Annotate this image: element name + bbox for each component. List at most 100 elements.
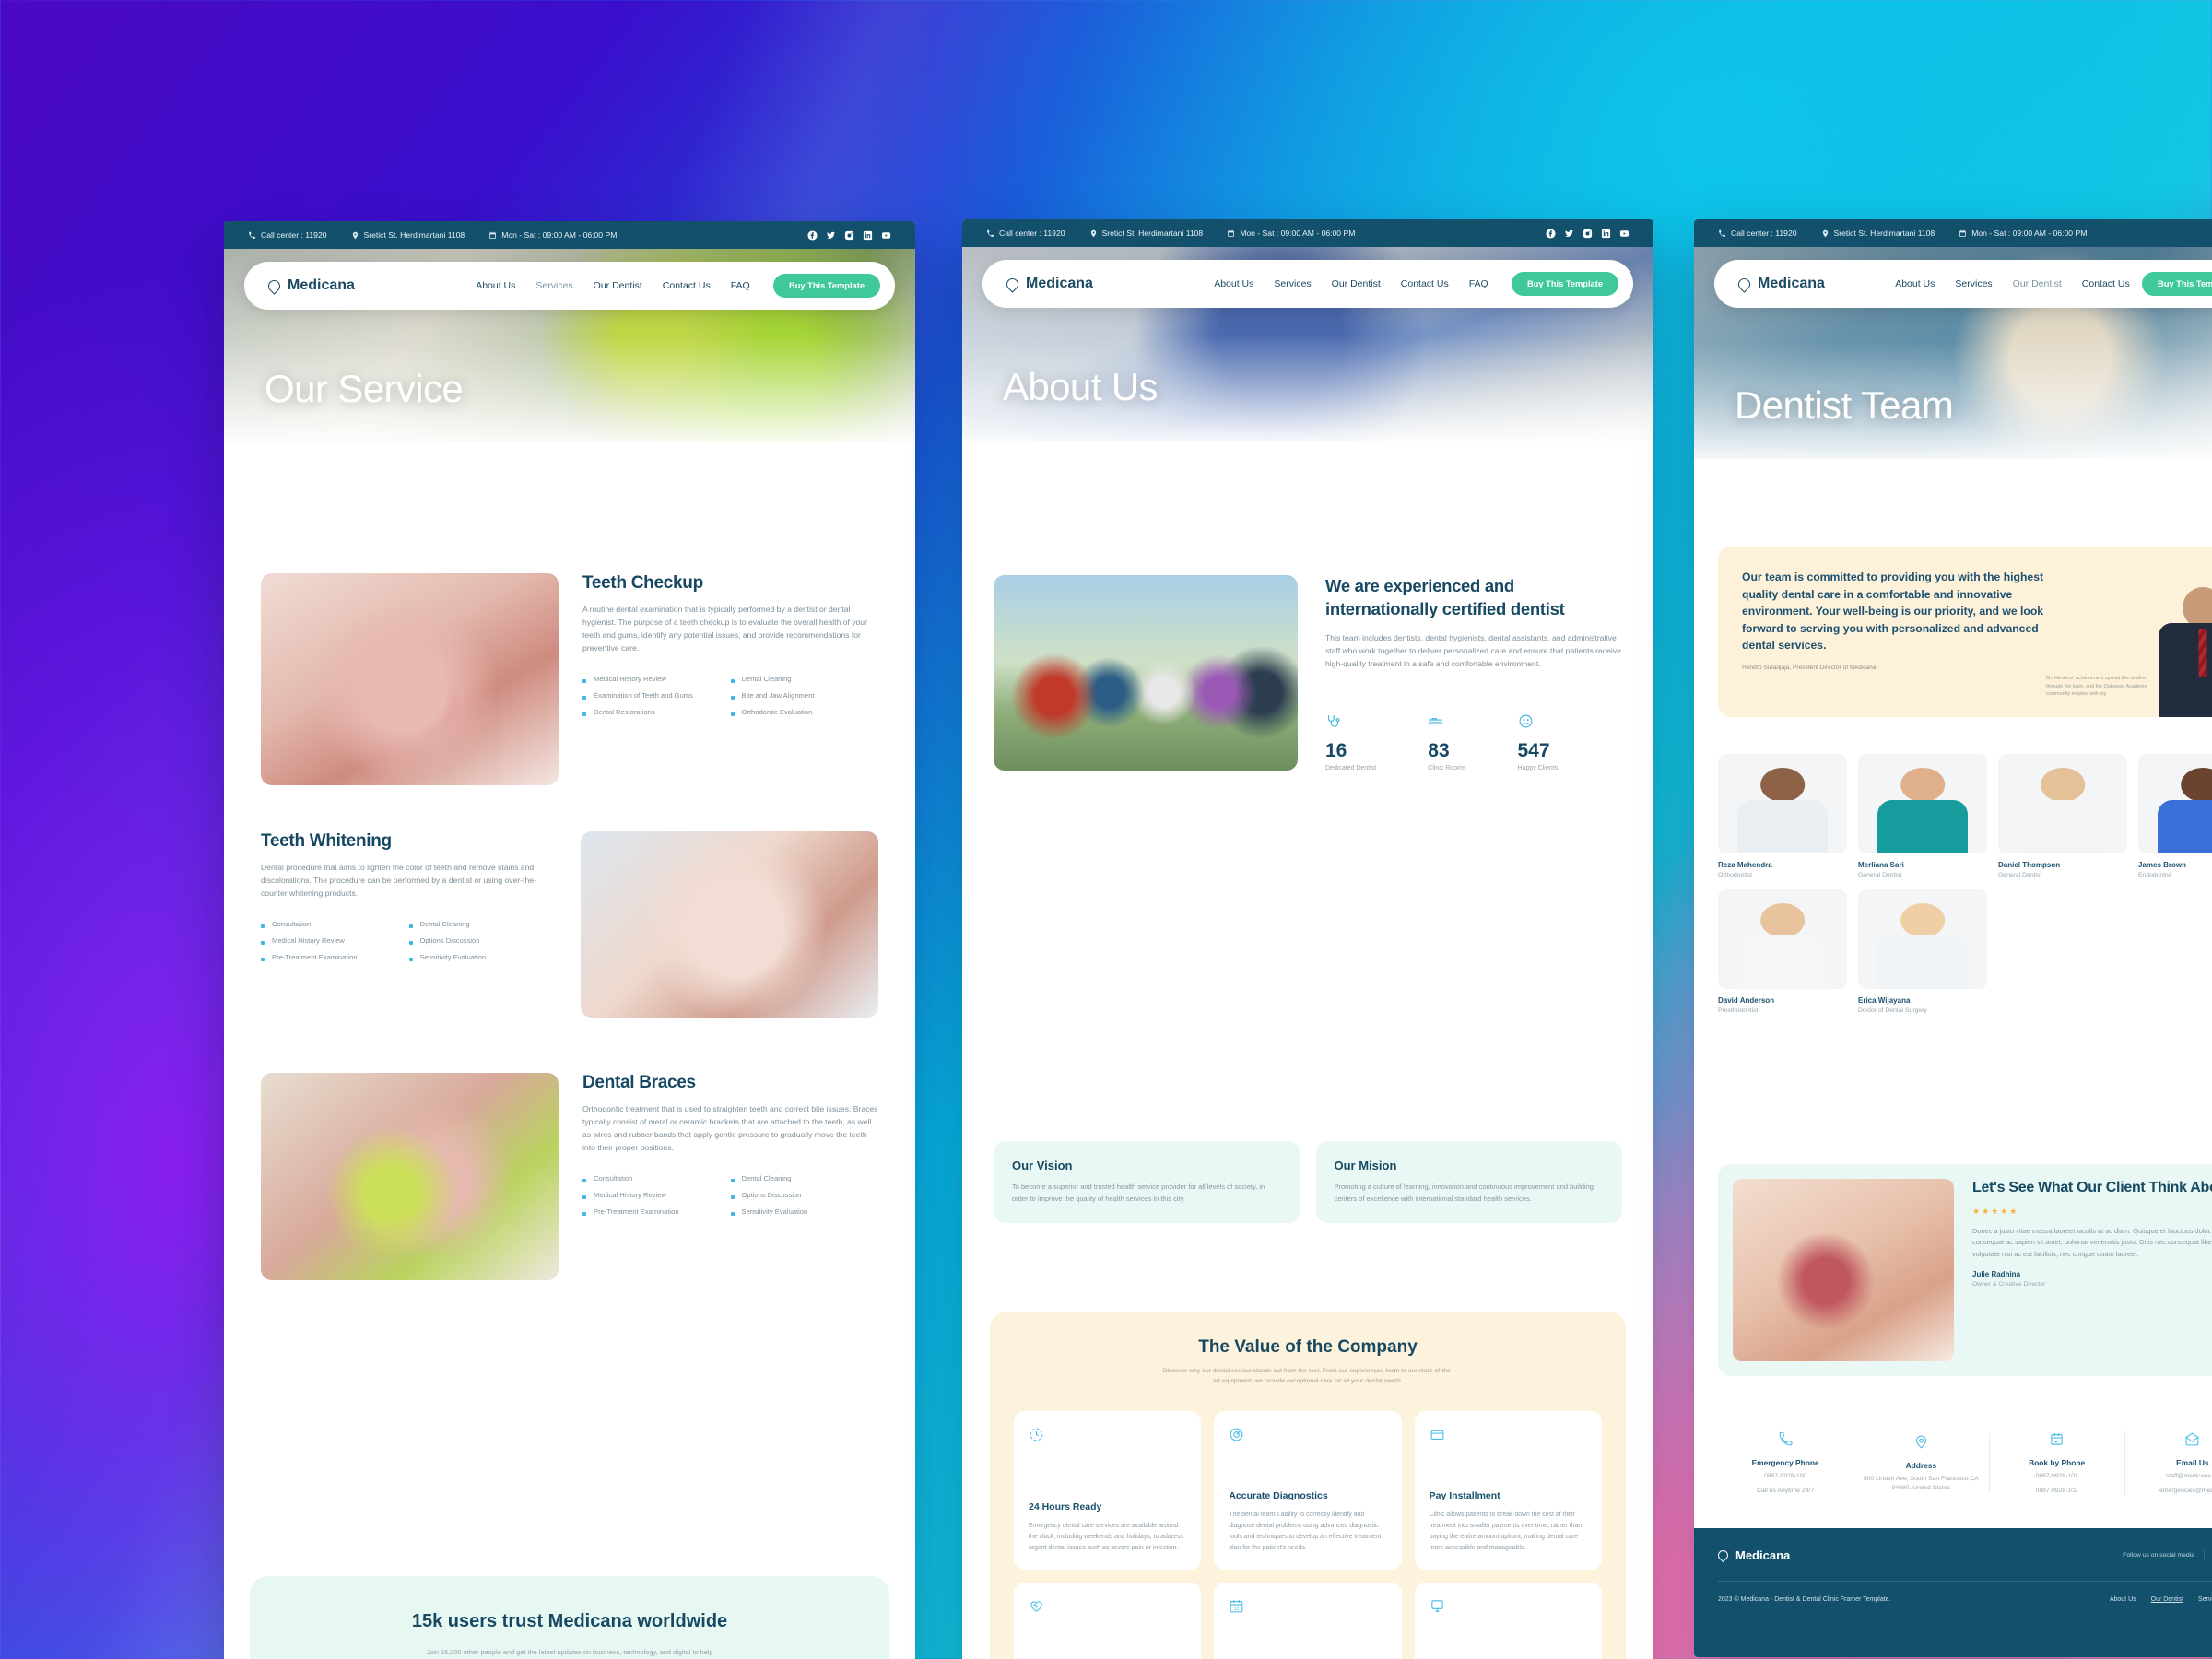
service-description: Dental procedure that aims to lighten th… — [261, 863, 536, 898]
member-name: James Brown — [2138, 861, 2187, 869]
tie-decoration — [2198, 629, 2207, 677]
member-name: Erica Wijayana — [1858, 996, 1911, 1005]
site-footer: Medicana Follow us on social media 2023 … — [1694, 1528, 2212, 1657]
contact-info-bar: Emergency Phone 0887-9928-100 Call us An… — [1694, 1408, 2212, 1519]
our-mission-card: Our Mision Promoting a culture of learni… — [1315, 1141, 1622, 1223]
youtube-icon[interactable] — [1619, 229, 1630, 239]
instagram-icon[interactable] — [1583, 229, 1593, 239]
hero-about-us: Medicana About Us Services Our Dentist C… — [962, 247, 1653, 441]
calendar-icon — [1959, 229, 1967, 237]
topbar-hours-text: Mon - Sat : 09:00 AM - 06:00 PM — [1971, 229, 2088, 238]
nav-links: About Us Services Our Dentist Contact Us… — [1214, 278, 1488, 289]
trust-subtitle: Join 15,000 other people and get the lat… — [426, 1648, 713, 1659]
buy-template-button[interactable]: Buy This Template — [1512, 272, 1618, 296]
footer-links: About Us Our Dentist Services Contact — [2110, 1596, 2212, 1603]
service-description: Orthodontic treatment that is used to st… — [582, 1104, 878, 1152]
topbar-social-links[interactable] — [1546, 228, 1630, 239]
nav-link-faq[interactable]: FAQ — [731, 280, 750, 291]
rating-stars-icon: ★★★★★ — [1972, 1206, 2019, 1216]
team-member-card[interactable]: Merliana Sari General Dentist — [1858, 754, 1987, 878]
linkedin-icon[interactable] — [1601, 229, 1611, 239]
nav-link-about-us[interactable]: About Us — [476, 280, 515, 291]
service-feature-list: Medical History Review Dental Cleaning E… — [582, 671, 878, 721]
team-grid: Reza Mahendra Orthodontist Merliana Sari… — [1718, 754, 2212, 1014]
feature-item: Pre-Treatment Examination — [582, 1204, 731, 1220]
nav-link-contact-us[interactable]: Contact Us — [1401, 278, 1449, 289]
nav-link-our-dentist[interactable]: Our Dentist — [1332, 278, 1381, 289]
logo-mark-icon — [265, 276, 283, 295]
value-card-online-booking: Online Booking Allows patients to schedu… — [1414, 1582, 1602, 1659]
member-role: General Dentist — [1998, 872, 2042, 878]
nav-link-services[interactable]: Services — [535, 280, 572, 291]
location-pin-icon — [1822, 229, 1828, 237]
client-title: Let's See What Our Client Think About Us — [1972, 1180, 2212, 1195]
topbar: Call center : 11920 Sretict St. Herdimar… — [962, 219, 1653, 247]
vision-mission-row: Our Vision To become a superior and trus… — [994, 1141, 1622, 1223]
phone-icon — [1779, 1432, 1793, 1446]
nav-link-our-dentist[interactable]: Our Dentist — [594, 280, 642, 291]
facebook-icon[interactable] — [1546, 228, 1556, 239]
logo-mark-icon — [1735, 275, 1753, 293]
contact-line-1: 0887-9928-101 — [2035, 1473, 2078, 1480]
footer-link-services[interactable]: Services — [2198, 1596, 2212, 1603]
contact-line-2: emergencies@medican — [2159, 1487, 2212, 1494]
nav-link-services[interactable]: Services — [1274, 278, 1311, 289]
logo-mark-icon — [1004, 275, 1021, 293]
stat-label: Dedicated Dentist — [1325, 764, 1377, 771]
nav-link-contact-us[interactable]: Contact Us — [2082, 278, 2130, 289]
buy-template-button[interactable]: Buy This Template — [773, 274, 880, 298]
nav-link-contact-us[interactable]: Contact Us — [663, 280, 711, 291]
panel-dentist-team: Call center : 11920 Sretict St. Herdimar… — [1694, 219, 2212, 1657]
team-member-card[interactable]: Erica Wijayana Doctor of Dental Surgery — [1858, 889, 1987, 1014]
footer-link-our-dentist[interactable]: Our Dentist — [2151, 1596, 2183, 1603]
footer-brand-logo[interactable]: Medicana — [1715, 1547, 1790, 1563]
buy-template-button[interactable]: Buy This Template — [2142, 272, 2212, 296]
team-member-card[interactable]: David Anderson Prosthodontist — [1718, 889, 1847, 1014]
brand-name: Medicana — [1026, 276, 1093, 291]
value-card-grid: 24 Hours Ready Emergency dental care ser… — [1014, 1410, 1602, 1659]
client-testimonial-section: Let's See What Our Client Think About Us… — [1718, 1164, 2212, 1376]
topbar-call-center: Call center : 11920 — [1718, 229, 1797, 238]
topbar-social-links[interactable] — [807, 229, 891, 241]
value-subtitle: Discover why our dental service stands o… — [1162, 1368, 1453, 1384]
nav-link-about-us[interactable]: About Us — [1214, 278, 1253, 289]
feature-item: Bite and Jaw Alignment — [730, 688, 879, 704]
monitor-icon — [1430, 1600, 1443, 1612]
navbar: Medicana About Us Services Our Dentist C… — [982, 260, 1633, 308]
youtube-icon[interactable] — [881, 230, 891, 241]
value-card-title: 24 Hours Ready — [1029, 1501, 1102, 1513]
feature-item: Dental Restorations — [582, 704, 731, 721]
nav-link-faq[interactable]: FAQ — [1469, 278, 1488, 289]
service-image — [581, 831, 878, 1018]
clock-icon — [1030, 1428, 1043, 1441]
topbar-address: Sretict St. Herdimartani 1108 — [1089, 229, 1203, 238]
nav-links: About Us Services Our Dentist Contact Us… — [476, 280, 750, 291]
facebook-icon[interactable] — [807, 229, 818, 241]
service-text: Teeth Checkup A routine dental examinati… — [582, 573, 878, 785]
footer-divider — [1718, 1581, 2212, 1582]
team-member-card[interactable]: Reza Mahendra Orthodontist — [1718, 754, 1847, 878]
nav-link-our-dentist[interactable]: Our Dentist — [2013, 278, 2062, 289]
instagram-icon[interactable] — [844, 230, 854, 241]
linkedin-icon[interactable] — [863, 230, 873, 241]
member-role: General Dentist — [1858, 872, 1902, 878]
brand-logo[interactable]: Medicana — [1735, 275, 1825, 293]
stat-clinic-rooms: 83 Clinic Rooms — [1428, 713, 1466, 771]
footer-link-about-us[interactable]: About Us — [2110, 1596, 2136, 1603]
client-text-block: Let's See What Our Client Think About Us… — [1972, 1179, 2212, 1361]
twitter-icon[interactable] — [1564, 229, 1574, 239]
brand-logo[interactable]: Medicana — [265, 276, 355, 295]
brand-logo[interactable]: Medicana — [1004, 275, 1093, 293]
footer-social: Follow us on social media — [2123, 1549, 2212, 1561]
nav-link-services[interactable]: Services — [1955, 278, 1992, 289]
topbar-hours: Mon - Sat : 09:00 AM - 06:00 PM — [488, 230, 617, 240]
member-role: Prosthodontist — [1718, 1007, 1759, 1014]
team-member-card[interactable]: Daniel Thompson General Dentist — [1998, 754, 2127, 878]
wallet-icon — [1430, 1430, 1444, 1440]
twitter-icon[interactable] — [826, 230, 836, 241]
logo-mark-icon — [1715, 1547, 1731, 1563]
team-member-card[interactable]: James Brown Endodontist — [2138, 754, 2212, 878]
topbar-address: Sretict St. Herdimartani 1108 — [351, 230, 465, 240]
nav-link-about-us[interactable]: About Us — [1895, 278, 1935, 289]
about-text: We are experienced and internationally c… — [1325, 575, 1622, 771]
